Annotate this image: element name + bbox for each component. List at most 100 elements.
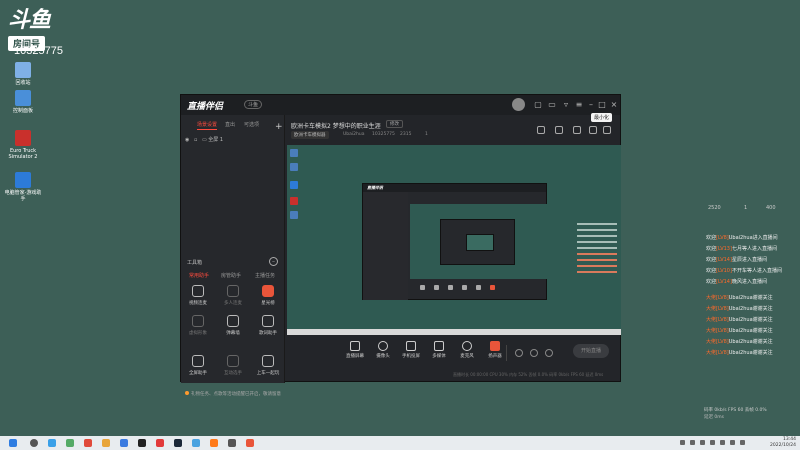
tool-fullscreen[interactable]: 全屏助手 xyxy=(183,355,213,376)
wifi-icon[interactable] xyxy=(730,440,735,445)
search-icon[interactable] xyxy=(30,439,38,447)
close-icon[interactable]: × xyxy=(609,100,619,110)
scene-item[interactable]: ◉ ▫ ▭ 全屏 1 xyxy=(185,136,223,143)
user-avatar[interactable] xyxy=(512,98,525,111)
start-live-button[interactable]: 开始直播 xyxy=(573,344,609,358)
microphone-button[interactable]: 麦克风 xyxy=(455,341,479,359)
chat-prefix: 大佬 xyxy=(706,339,717,345)
speaker-button[interactable]: 扬声器 xyxy=(483,341,507,359)
steam-icon[interactable] xyxy=(174,439,182,447)
tool-avatar[interactable]: 虚拟形象 xyxy=(183,315,213,336)
chat-user[interactable]: 不开车 xyxy=(732,268,747,274)
gift-icon[interactable] xyxy=(555,126,563,134)
desktop-icon-game-assistant[interactable]: 电脑管家-游戏助手 xyxy=(4,172,42,202)
chat-user[interactable]: Ubai2hua xyxy=(729,328,753,334)
chat-prefix: 欢迎 xyxy=(706,246,717,252)
record-icon[interactable] xyxy=(515,349,523,357)
screen-icon[interactable]: ▭ xyxy=(547,100,557,110)
chat-user[interactable]: Ubai2hua xyxy=(729,339,753,345)
tool-multi-link[interactable]: 多人连麦 xyxy=(218,285,248,306)
edit-title-button[interactable]: 修改 xyxy=(386,120,403,128)
tab-direct[interactable]: 直出 xyxy=(225,121,235,128)
start-icon[interactable] xyxy=(9,439,17,447)
douyu-icon[interactable] xyxy=(246,439,254,447)
eye-icon[interactable]: ◉ xyxy=(185,137,189,143)
tool-danmu-wall[interactable]: 弹幕墙 xyxy=(218,315,248,336)
edge-icon[interactable] xyxy=(48,439,56,447)
collapse-icon[interactable]: – xyxy=(269,257,278,266)
screen-capture-button[interactable]: 直播屏幕 xyxy=(343,341,367,359)
desktop-icon-control-panel[interactable]: 控制面板 xyxy=(4,90,42,114)
control-label: 手机投屏 xyxy=(402,354,420,359)
folder-icon[interactable] xyxy=(102,439,110,447)
phone-cast-button[interactable]: 手机投屏 xyxy=(399,341,423,359)
lock-icon[interactable] xyxy=(589,126,597,134)
lock-icon[interactable]: ▫ xyxy=(194,137,197,143)
chat-user[interactable]: 星辰 xyxy=(732,257,742,263)
chat-message: 大佬[LV8]Ubai2hua谢谢关注 xyxy=(706,327,800,334)
toolbox-title: 工具箱 xyxy=(187,260,203,266)
tray-icon[interactable] xyxy=(700,440,705,445)
nested-brand: 直播伴侣 xyxy=(367,185,383,190)
desktop-icon-recycle-bin[interactable]: 回收站 xyxy=(4,62,42,86)
chat-user[interactable]: Ubai2hua xyxy=(729,235,753,241)
tray-icon[interactable] xyxy=(690,440,695,445)
sidebar-tabs: 场景设置 直出 可选项 + xyxy=(181,119,284,132)
tray-icon[interactable] xyxy=(720,440,725,445)
tray-icon[interactable] xyxy=(680,440,685,445)
preview-chat-line xyxy=(577,223,617,225)
app-icon[interactable] xyxy=(84,439,92,447)
tray-icon[interactable] xyxy=(710,440,715,445)
tool-star-rank[interactable]: 星光榜 xyxy=(253,285,283,306)
speaker-icon xyxy=(490,341,500,351)
message-icon[interactable]: ▢ xyxy=(533,100,543,110)
tool-label: 多人连麦 xyxy=(224,301,242,306)
category-tag[interactable]: 欧洲卡车模拟器 xyxy=(291,131,329,139)
preview-chat-line xyxy=(577,271,617,273)
chat-user[interactable]: 晚风 xyxy=(732,279,742,285)
settings-icon[interactable] xyxy=(545,349,553,357)
tool-lyrics[interactable]: 歌词助手 xyxy=(253,315,283,336)
app-icon[interactable] xyxy=(120,439,128,447)
chat-user[interactable]: Ubai2hua xyxy=(729,317,753,323)
app-icon[interactable] xyxy=(156,439,164,447)
tool-tab-common[interactable]: 常用助手 xyxy=(189,272,209,279)
maximize-icon[interactable]: □ xyxy=(597,100,607,110)
add-scene-icon[interactable]: + xyxy=(275,122,283,132)
chat-user[interactable]: 七月 xyxy=(732,246,742,252)
app-icon[interactable] xyxy=(210,439,218,447)
media-button[interactable]: 多媒体 xyxy=(427,341,451,359)
minimize-icon[interactable]: – xyxy=(586,100,596,110)
volume-icon[interactable] xyxy=(740,440,745,445)
desktop-icon-ets2[interactable]: Euro Truck Simulator 2 xyxy=(4,130,42,160)
tab-scenes[interactable]: 场景设置 xyxy=(197,121,218,130)
tool-label: 互动选手 xyxy=(224,371,242,376)
tab-options[interactable]: 可选项 xyxy=(244,121,259,128)
tool-tab-tasks[interactable]: 主播任务 xyxy=(255,272,275,279)
tool-video-link[interactable]: 视频连麦 xyxy=(183,285,213,306)
files-icon[interactable] xyxy=(66,439,74,447)
nested-control-icon xyxy=(462,285,467,290)
chat-level: [LV8] xyxy=(716,306,729,312)
bell-icon[interactable] xyxy=(573,126,581,134)
tool-interactive[interactable]: 互动选手 xyxy=(218,355,248,376)
shield-icon[interactable]: ▿ xyxy=(561,100,571,110)
tool-play-together[interactable]: 上车一起玩 xyxy=(253,355,283,376)
chat-user[interactable]: Ubai2hua xyxy=(729,306,753,312)
chat-user[interactable]: Ubai2hua xyxy=(729,350,753,356)
calendar-icon[interactable] xyxy=(537,126,545,134)
app-icon[interactable] xyxy=(228,439,236,447)
preview-chat-line xyxy=(577,247,617,249)
tool-tab-room-admin[interactable]: 房管助手 xyxy=(221,272,241,279)
app-icon[interactable] xyxy=(138,439,146,447)
camera-button[interactable]: 摄像头 xyxy=(371,341,395,359)
timer-icon[interactable] xyxy=(530,349,538,357)
share-icon[interactable] xyxy=(603,126,611,134)
nested-control-icon xyxy=(476,285,481,290)
star-rank-icon xyxy=(262,285,274,297)
chat-user[interactable]: Ubai2hua xyxy=(729,295,753,301)
app-icon[interactable] xyxy=(192,439,200,447)
viewer-count: 1 xyxy=(425,132,428,137)
menu-icon[interactable]: ≡ xyxy=(574,100,584,110)
taskbar-clock[interactable]: 13:44 2022/10/24 xyxy=(770,437,796,449)
